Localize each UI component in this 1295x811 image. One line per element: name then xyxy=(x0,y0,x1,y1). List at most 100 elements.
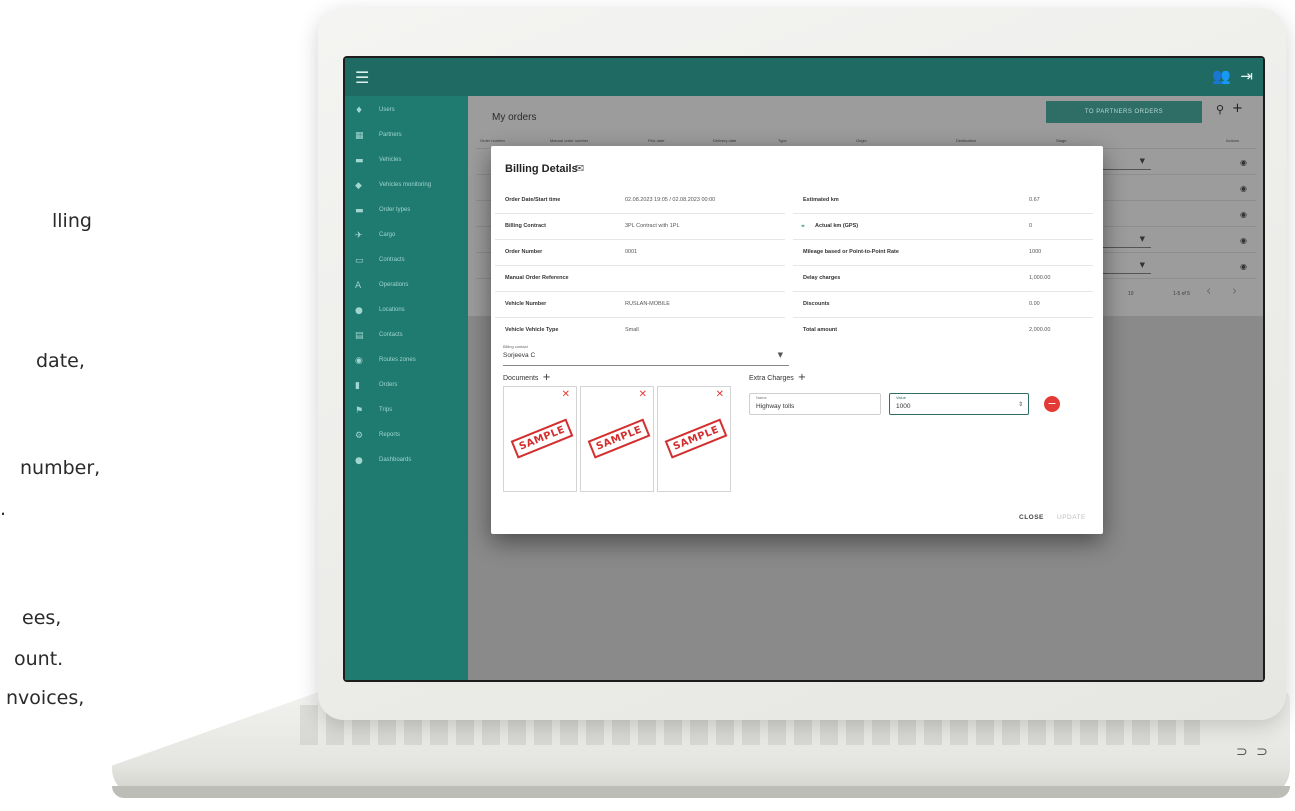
field-value: 0001 xyxy=(625,249,638,255)
sidebar-item-trips[interactable]: ⚑ Trips xyxy=(345,400,468,425)
sidebar-item-operations[interactable]: A Operations xyxy=(345,275,468,300)
column-header[interactable]: Type xyxy=(778,138,787,143)
side-caption-line: date, xyxy=(36,350,85,372)
extra-charges-label: Extra Charges xyxy=(749,375,794,382)
app-screen: ☰ 👥 ⇥ ♦ Users ▦ Partners ▬ Vehicles ◆ Vehicl… xyxy=(345,58,1263,680)
charge-name-value: Highway tolls xyxy=(756,403,795,410)
view-icon[interactable]: ◉ xyxy=(1240,184,1247,193)
sidebar-item-label: Orders xyxy=(379,382,398,388)
billing-contact-value: Sorjeeva C xyxy=(503,352,536,359)
view-icon[interactable]: ◉ xyxy=(1240,210,1247,219)
field-label: Vehicle Number xyxy=(505,301,547,307)
remove-document-icon[interactable]: ✕ xyxy=(562,389,570,400)
next-page-icon[interactable]: › xyxy=(1232,284,1237,299)
view-icon[interactable]: ◉ xyxy=(1240,158,1247,167)
sidebar-item-label: Contracts xyxy=(379,257,405,263)
sample-stamp: SAMPLE xyxy=(664,418,728,459)
field-label: Order Number xyxy=(505,249,543,255)
remove-document-icon[interactable]: ✕ xyxy=(639,389,647,400)
side-caption-line: ount. xyxy=(14,648,64,670)
field-label: Total amount xyxy=(803,327,838,333)
documents-label: Documents xyxy=(503,375,539,382)
vehicles-icon: ▬ xyxy=(355,156,364,166)
column-header[interactable]: Origin xyxy=(856,138,867,143)
partners-orders-button[interactable]: TO PARTNERS ORDERS xyxy=(1046,101,1202,123)
column-header[interactable]: Delivery date xyxy=(713,138,736,143)
add-charge-icon[interactable]: + xyxy=(798,372,806,383)
mail-icon[interactable]: ✉ xyxy=(575,162,584,175)
sidebar-item-routes-zones[interactable]: ◉ Routes zones xyxy=(345,350,468,375)
column-header[interactable]: Order number xyxy=(480,138,505,143)
field-row: Delay charges 1,000.00 xyxy=(793,266,1093,292)
sidebar-item-label: Routes zones xyxy=(379,357,416,363)
laptop-base-edge xyxy=(112,786,1290,798)
field-label: Discounts xyxy=(803,301,830,307)
field-value: 0.67 xyxy=(1029,197,1040,203)
field-label: Estimated km xyxy=(803,197,839,203)
charge-value-field[interactable]: Value 1000 ⇕ xyxy=(889,393,1029,415)
sidebar-item-contacts[interactable]: ▤ Contacts xyxy=(345,325,468,350)
field-value: 2,000.00 xyxy=(1029,327,1051,333)
column-header[interactable]: Stage xyxy=(1056,138,1066,143)
contacts-icon: ▤ xyxy=(355,331,364,341)
field-value: 1,000.00 xyxy=(1029,275,1051,281)
field-value: 02.08.2023 19:05 / 02.08.2023 00:00 xyxy=(625,197,716,203)
dashboards-icon: ● xyxy=(355,456,363,466)
sidebar-item-dashboards[interactable]: ● Dashboards xyxy=(345,450,468,475)
search-icon[interactable]: ⚲ xyxy=(1216,103,1224,116)
pagination-range: 1-5 of 5 xyxy=(1173,291,1190,297)
add-document-icon[interactable]: + xyxy=(542,372,550,383)
field-value: RUSLAN-MOBILE xyxy=(625,301,670,307)
charge-value-label: Value xyxy=(896,395,906,400)
sidebar-item-users[interactable]: ♦ Users xyxy=(345,100,468,125)
close-button[interactable]: CLOSE xyxy=(1019,514,1044,521)
menu-icon[interactable]: ☰ xyxy=(355,68,369,87)
column-header[interactable]: Actions xyxy=(1226,138,1239,143)
page-title: My orders xyxy=(492,112,537,123)
view-icon[interactable]: ◉ xyxy=(1240,236,1247,245)
rows-per-page[interactable]: 10 xyxy=(1128,291,1134,297)
prev-page-icon[interactable]: ‹ xyxy=(1206,284,1211,299)
sidebar-item-orders[interactable]: ▮ Orders xyxy=(345,375,468,400)
column-header[interactable]: Destination xyxy=(956,138,976,143)
field-row: Total amount 2,000.00 xyxy=(793,318,1093,344)
sidebar-item-vehicles-monitoring[interactable]: ◆ Vehicles monitoring xyxy=(345,175,468,200)
chevron-down-icon: ▼ xyxy=(1139,157,1145,165)
trips-icon: ⚑ xyxy=(355,406,364,416)
chevron-down-icon: ▼ xyxy=(1139,235,1145,243)
logout-icon[interactable]: ⇥ xyxy=(1240,67,1253,85)
remove-document-icon[interactable]: ✕ xyxy=(716,389,724,400)
user-icon[interactable]: 👥 xyxy=(1212,67,1231,85)
document-card[interactable]: ✕ SAMPLE xyxy=(503,386,577,492)
sidebar-item-partners[interactable]: ▦ Partners xyxy=(345,125,468,150)
field-row: Vehicle Number RUSLAN-MOBILE xyxy=(495,292,785,318)
sidebar-item-contracts[interactable]: ▭ Contracts xyxy=(345,250,468,275)
document-card[interactable]: ✕ SAMPLE xyxy=(580,386,654,492)
update-button[interactable]: UPDATE xyxy=(1057,514,1086,521)
field-label: Mileage based or Point-to-Point Rate xyxy=(803,249,899,255)
field-label: Billing Contract xyxy=(505,223,546,229)
field-row: Mileage based or Point-to-Point Rate 100… xyxy=(793,240,1093,266)
sidebar-item-label: Operations xyxy=(379,282,409,288)
remove-charge-button[interactable]: − xyxy=(1044,396,1060,412)
orders-icon: ▮ xyxy=(355,381,360,391)
sidebar-item-cargo[interactable]: ✈ Cargo xyxy=(345,225,468,250)
field-value: Small xyxy=(625,327,639,333)
view-icon[interactable]: ◉ xyxy=(1240,262,1247,271)
spinner-icon[interactable]: ⇕ xyxy=(1018,401,1023,408)
sidebar-item-label: Users xyxy=(379,107,395,113)
sidebar-item-reports[interactable]: ⚙ Reports xyxy=(345,425,468,450)
document-card[interactable]: ✕ SAMPLE xyxy=(657,386,731,492)
sidebar-item-order-types[interactable]: ▬ Order types xyxy=(345,200,468,225)
sidebar-item-locations[interactable]: ● Locations xyxy=(345,300,468,325)
users-icon: ♦ xyxy=(355,106,364,116)
location-pin-icon: ● xyxy=(355,306,363,316)
column-header[interactable]: Manual order number xyxy=(550,138,588,143)
charge-name-field[interactable]: Name Highway tolls xyxy=(749,393,881,415)
sidebar-item-vehicles[interactable]: ▬ Vehicles xyxy=(345,150,468,175)
field-value: 1000 xyxy=(1029,249,1042,255)
column-header[interactable]: Pick date xyxy=(648,138,664,143)
add-order-icon[interactable]: + xyxy=(1232,101,1243,116)
field-label: Vehicle Vehicle Type xyxy=(505,327,559,333)
billing-contact-select[interactable]: Billing contact Sorjeeva C ▼ xyxy=(503,344,789,366)
